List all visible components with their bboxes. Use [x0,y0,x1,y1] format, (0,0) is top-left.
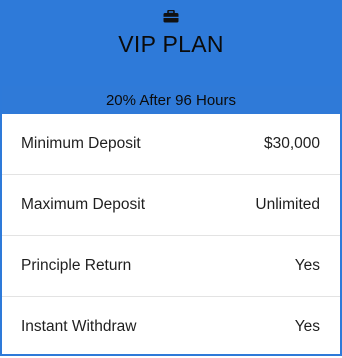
detail-value: Unlimited [255,196,320,213]
plan-card: VIP PLAN 20% After 96 Hours Minimum Depo… [0,0,342,356]
detail-label: Maximum Deposit [21,196,146,213]
detail-label: Instant Withdraw [21,318,137,335]
plan-subtitle: 20% After 96 Hours [105,92,237,109]
detail-label: Minimum Deposit [21,135,141,152]
plan-header: VIP PLAN 20% After 96 Hours [2,2,340,114]
detail-row-principle-return: Principle Return Yes [2,236,340,297]
plan-title: VIP PLAN [118,31,224,57]
detail-row-minimum-deposit: Minimum Deposit $30,000 [2,114,340,175]
detail-value: Yes [294,318,320,335]
detail-row-maximum-deposit: Maximum Deposit Unlimited [2,175,340,236]
briefcase-icon [163,9,179,23]
detail-label: Principle Return [21,257,132,274]
plan-details-list: Minimum Deposit $30,000 Maximum Deposit … [2,114,340,358]
detail-value: $30,000 [263,135,320,152]
detail-value: Yes [294,257,320,274]
detail-row-instant-withdraw: Instant Withdraw Yes [2,297,340,358]
